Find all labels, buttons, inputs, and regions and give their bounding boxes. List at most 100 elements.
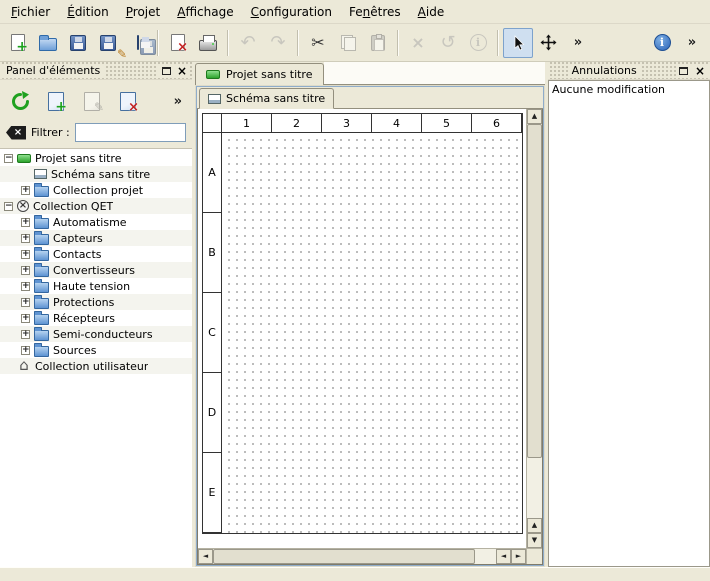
delete-button[interactable]: × [403, 28, 433, 58]
menu-affichage[interactable]: Affichage [169, 1, 241, 23]
horizontal-scrollbar[interactable] [198, 548, 526, 564]
save-as-button[interactable]: ✎ [93, 28, 123, 58]
element-info-button[interactable] [463, 28, 493, 58]
tree-item-project[interactable]: Projet sans titre [0, 150, 192, 166]
scroll-track[interactable] [475, 549, 496, 564]
horizontal-scroll-thumb[interactable] [213, 549, 475, 564]
tree-item-schema[interactable]: Schéma sans titre [0, 166, 192, 182]
scroll-up-button[interactable] [527, 109, 542, 124]
edit-element-button[interactable]: ✎ [77, 86, 107, 116]
undo-button[interactable]: ↶ [233, 28, 263, 58]
schema-scroll-area[interactable]: 1 2 3 4 5 6 A B C D E [198, 109, 526, 548]
tree-item-semi-conducteurs[interactable]: Semi-conducteurs [0, 326, 192, 342]
mdi-center: Projet sans titre Schéma sans titre [195, 62, 545, 567]
scroll-left-button[interactable] [496, 549, 511, 564]
vertical-scrollbar[interactable] [526, 109, 542, 548]
menu-label: É [67, 5, 75, 19]
undo-list[interactable]: Aucune modification [548, 80, 710, 567]
close-document-button[interactable]: × [163, 28, 193, 58]
rotate-button[interactable]: ↺ [433, 28, 463, 58]
right-dock-float-button[interactable] [677, 64, 691, 77]
filter-input[interactable] [75, 123, 186, 142]
right-dock-close-button[interactable] [693, 64, 707, 77]
scroll-up-button[interactable] [527, 518, 542, 533]
print-button[interactable] [193, 28, 223, 58]
tree-item-label: Semi-conducteurs [53, 328, 153, 341]
delete-element-button[interactable]: × [113, 86, 143, 116]
tree-item-contacts[interactable]: Contacts [0, 246, 192, 262]
select-mode-button[interactable] [503, 28, 533, 58]
tree-item-capteurs[interactable]: Capteurs [0, 230, 192, 246]
new-document-button[interactable]: + [3, 28, 33, 58]
new-document-icon: + [11, 34, 25, 51]
undo-dock-titlebar[interactable]: Annulations [548, 62, 710, 80]
expand-icon[interactable] [21, 330, 30, 339]
vertical-scroll-thumb[interactable] [527, 124, 542, 458]
schema-icon [34, 169, 47, 179]
copy-button[interactable] [333, 28, 363, 58]
folder-icon [34, 298, 49, 309]
collapse-icon[interactable] [4, 154, 13, 163]
tree-item-convertisseurs[interactable]: Convertisseurs [0, 262, 192, 278]
cut-button[interactable]: ✂ [303, 28, 333, 58]
tree-item-sources[interactable]: Sources [0, 342, 192, 358]
about-button[interactable] [647, 28, 677, 58]
panel-overflow-button[interactable]: » [174, 94, 187, 109]
tree-item-collection-qet[interactable]: Collection QET [0, 198, 192, 214]
toolbar-overflow-button[interactable]: » [563, 28, 593, 58]
expand-icon[interactable] [21, 282, 30, 291]
undo-arrow-icon: ↶ [240, 34, 255, 52]
expand-icon[interactable] [21, 266, 30, 275]
tree-item-label: Collection utilisateur [35, 360, 148, 373]
scroll-right-button[interactable] [511, 549, 526, 564]
collapse-icon[interactable] [4, 202, 13, 211]
reload-collections-button[interactable] [5, 86, 35, 116]
tree-item-collection-utilisateur[interactable]: Collection utilisateur [0, 358, 192, 374]
floppy-disk-icon [70, 35, 86, 51]
expand-icon[interactable] [21, 234, 30, 243]
project-tab[interactable]: Projet sans titre [195, 63, 324, 85]
document-icon: × [120, 92, 136, 111]
redo-button[interactable]: ↷ [263, 28, 293, 58]
scroll-left-button[interactable] [198, 549, 213, 564]
save-all-button[interactable] [123, 28, 153, 58]
open-document-button[interactable] [33, 28, 63, 58]
floppy-disk-icon [137, 35, 139, 50]
paste-button[interactable] [363, 28, 393, 58]
expand-icon[interactable] [21, 186, 30, 195]
schema-tab-label: Schéma sans titre [226, 92, 325, 105]
left-dock-close-button[interactable] [175, 64, 189, 77]
elements-panel-titlebar[interactable]: Panel d'éléments [0, 62, 192, 80]
ruler-corner [203, 114, 222, 133]
chevron-overflow-icon: » [574, 35, 582, 50]
toolbar-overflow-right-button[interactable]: » [677, 28, 707, 58]
scroll-down-button[interactable] [527, 533, 542, 548]
expand-icon[interactable] [21, 346, 30, 355]
clear-filter-button[interactable] [6, 126, 26, 140]
tree-item-automatisme[interactable]: Automatisme [0, 214, 192, 230]
menu-fenetres[interactable]: Fenêtres [341, 1, 409, 23]
tree-item-haute-tension[interactable]: Haute tension [0, 278, 192, 294]
dock-buttons [158, 64, 190, 77]
menu-edition[interactable]: Édition [59, 1, 117, 23]
save-button[interactable] [63, 28, 93, 58]
expand-icon[interactable] [21, 314, 30, 323]
tree-item-recepteurs[interactable]: Récepteurs [0, 310, 192, 326]
menu-configuration[interactable]: Configuration [243, 1, 340, 23]
schema-tab[interactable]: Schéma sans titre [199, 88, 334, 109]
scroll-track[interactable] [527, 458, 542, 518]
menu-aide[interactable]: Aide [410, 1, 453, 23]
menu-projet[interactable]: Projet [118, 1, 168, 23]
pan-mode-button[interactable] [533, 28, 563, 58]
left-dock-float-button[interactable] [159, 64, 173, 77]
expand-icon[interactable] [21, 298, 30, 307]
expand-icon[interactable] [21, 218, 30, 227]
diagram-canvas[interactable] [222, 133, 522, 533]
menu-fichier[interactable]: Fichier [3, 1, 58, 23]
column-header: 3 [322, 114, 372, 133]
tree-item-collection-projet[interactable]: Collection projet [0, 182, 192, 198]
expand-icon[interactable] [21, 250, 30, 259]
tree-item-protections[interactable]: Protections [0, 294, 192, 310]
new-element-button[interactable]: + [41, 86, 71, 116]
rotate-arrow-icon: ↺ [440, 34, 455, 52]
